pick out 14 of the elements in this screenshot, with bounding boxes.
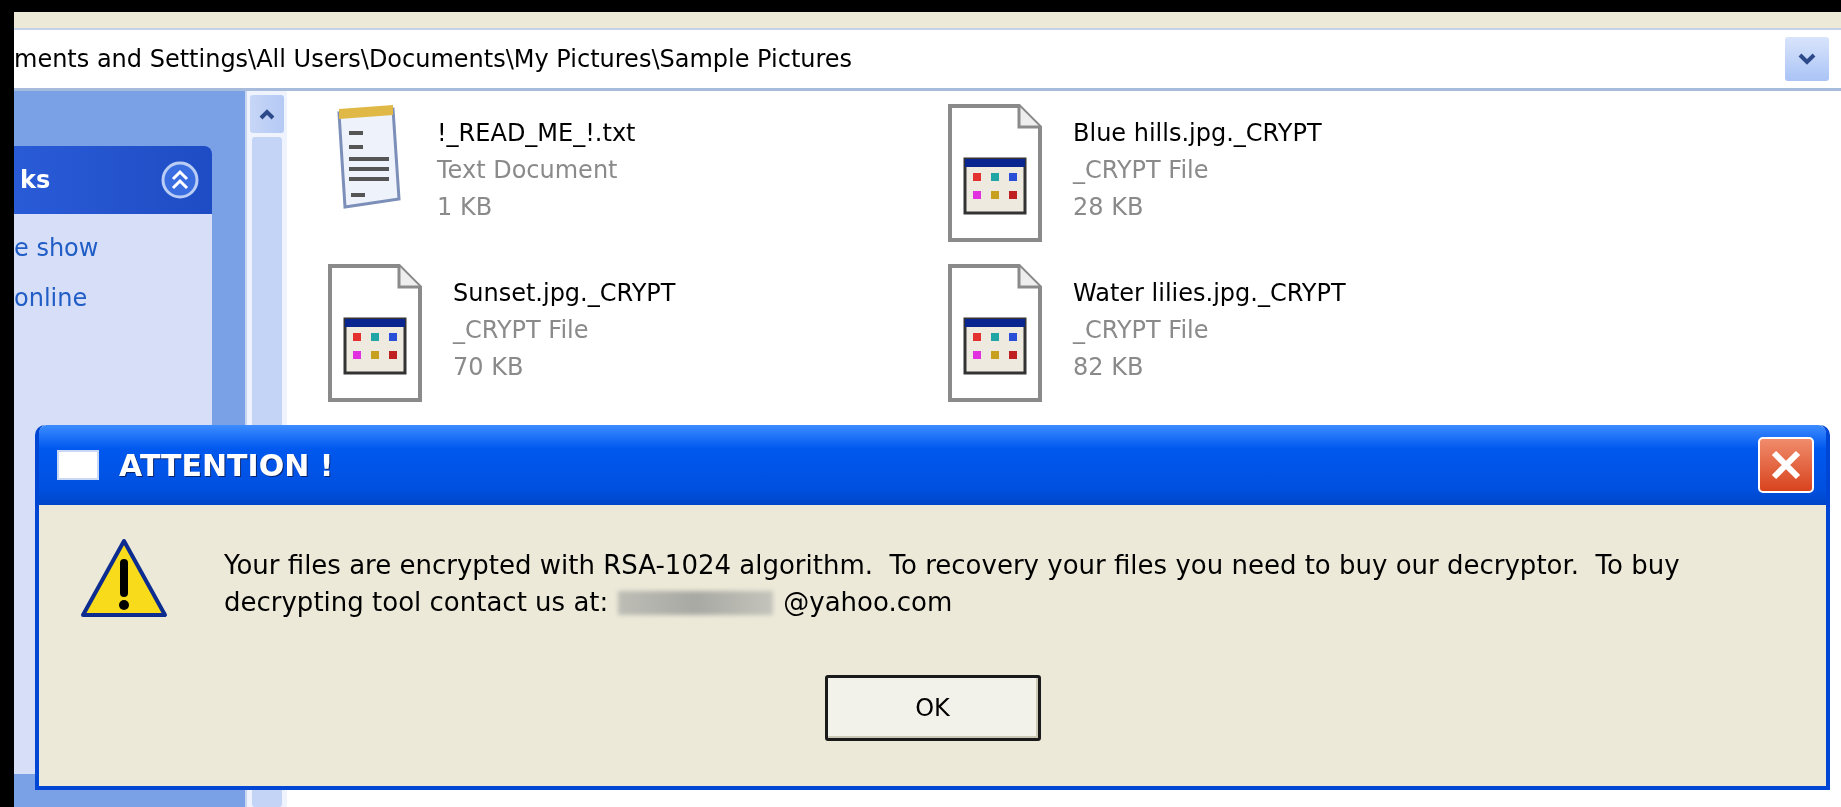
file-type: _CRYPT File (1073, 315, 1210, 346)
file-size: 1 KB (437, 192, 494, 223)
dialog-message: decrypting tool contact us at: (224, 586, 609, 619)
address-text: ments and Settings\All Users\Documents\My Pictures\Sample Pictures (14, 45, 854, 73)
dialog-title: ATTENTION ! (119, 447, 335, 483)
email-domain: @yahoo.com (783, 586, 953, 619)
file-size: 28 KB (1073, 192, 1145, 223)
file-size: 70 KB (453, 352, 525, 383)
file-type: Text Document (437, 155, 619, 186)
file-size: 82 KB (1073, 352, 1145, 383)
panel-title: ks (20, 166, 51, 194)
file-type: _CRYPT File (1073, 155, 1210, 186)
dialog-message: Your files are encrypted with RSA-1024 algorithm. To recovery your files you need to buy our decryptor. To buy (224, 549, 1680, 582)
file-type: _CRYPT File (453, 315, 590, 346)
